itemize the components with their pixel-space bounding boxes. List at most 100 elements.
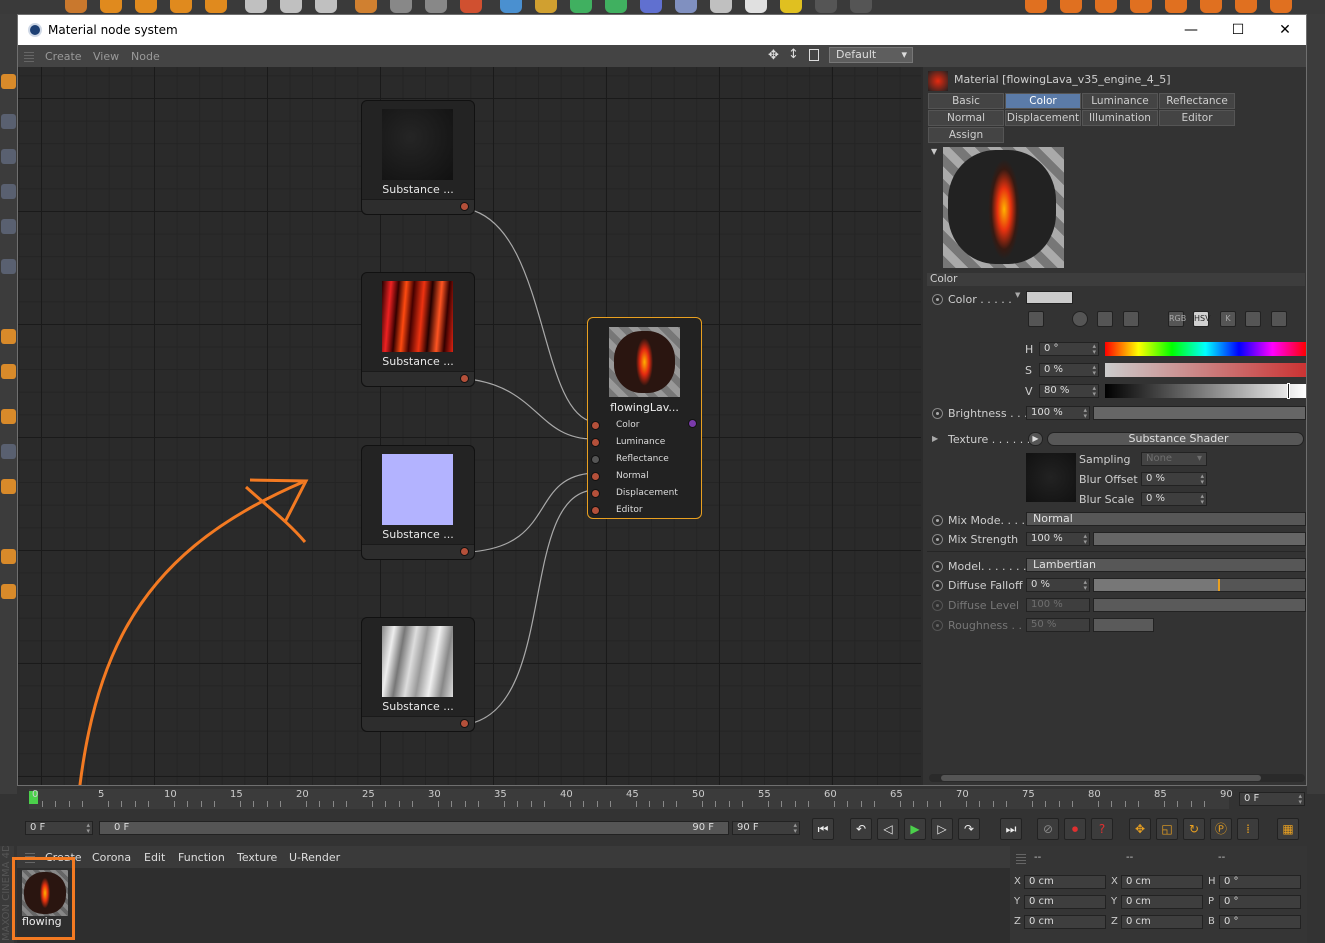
render-settings-icon[interactable]	[460, 0, 482, 13]
z-axis-icon[interactable]	[315, 0, 337, 13]
tab-basic[interactable]: Basic	[928, 93, 1004, 109]
brightness-field[interactable]: 100 % ▴ ▾	[1026, 406, 1090, 420]
color-wheel-icon[interactable]	[1072, 311, 1088, 327]
spinner-icon[interactable]: ▴ ▾	[1298, 793, 1302, 806]
polygon-tool-icon[interactable]	[1, 74, 16, 89]
color-picker-icon[interactable]	[1028, 311, 1044, 327]
key-rotation-icon[interactable]: ↻	[1183, 818, 1205, 840]
model-dropdown[interactable]: Lambertian	[1026, 558, 1306, 572]
blur-offset-field[interactable]: 0 % ▴ ▾	[1141, 472, 1207, 486]
output-port[interactable]	[460, 374, 469, 383]
tab-editor[interactable]: Editor	[1159, 110, 1235, 126]
workplane-icon[interactable]	[1060, 0, 1082, 13]
render-view-icon[interactable]	[390, 0, 412, 13]
spinner-icon[interactable]: ▴ ▾	[86, 822, 90, 835]
scrollbar-thumb[interactable]	[941, 775, 1261, 781]
tab-displacement[interactable]: Displacement	[1005, 110, 1081, 126]
record-disabled-icon[interactable]: ⊘	[1037, 818, 1059, 840]
move-tool-icon[interactable]	[65, 0, 87, 13]
layout-dropdown[interactable]: Default ▾	[829, 47, 913, 63]
go-to-start-button[interactable]: ⏮	[812, 818, 834, 840]
size-y-field[interactable]: 0 cm	[1121, 895, 1203, 909]
color-swatch[interactable]	[1026, 291, 1073, 304]
diffuse-falloff-slider[interactable]	[1093, 578, 1306, 592]
spinner-icon[interactable]: ▴ ▾	[1083, 533, 1087, 546]
sculpt-icon[interactable]	[1, 479, 16, 494]
warning-icon[interactable]	[780, 0, 802, 13]
mm-menu-texture[interactable]: Texture	[237, 851, 277, 864]
spinner-icon[interactable]: ▴ ▾	[1092, 385, 1096, 398]
magnet-icon[interactable]	[1, 364, 16, 379]
grid-icon[interactable]	[1, 149, 16, 164]
spinner-icon[interactable]: ▴ ▾	[1092, 364, 1096, 377]
position-x-field[interactable]: 0 cm	[1024, 875, 1106, 889]
input-port[interactable]	[591, 438, 600, 447]
input-port[interactable]	[591, 455, 600, 464]
next-frame-button[interactable]: ▷	[931, 818, 953, 840]
y-axis-icon[interactable]	[280, 0, 302, 13]
collapse-triangle-icon[interactable]: ▼	[931, 147, 937, 156]
timeline-icon[interactable]: ▦	[1277, 818, 1299, 840]
range-slider[interactable]: 0 F 90 F	[99, 821, 729, 835]
cube-outline-icon[interactable]	[1, 219, 16, 234]
hue-field[interactable]: 0 ° ▴ ▾	[1039, 342, 1099, 356]
spinner-icon[interactable]: ▴ ▾	[1092, 343, 1096, 356]
timeline[interactable]: 0 5 10 15 20 25 30 35 40 45 50 55 60 65 70 75 80 85 90 0 F…	[17, 786, 1307, 816]
input-port[interactable]	[591, 489, 600, 498]
input-reflectance[interactable]: Reflectance	[588, 451, 701, 468]
input-displacement[interactable]: Displacement	[588, 485, 701, 502]
horizontal-scrollbar[interactable]	[929, 774, 1305, 782]
size-z-field[interactable]: 0 cm	[1121, 915, 1203, 929]
help-key-icon[interactable]: ?	[1091, 818, 1113, 840]
rgb-button[interactable]: RGB	[1168, 311, 1186, 327]
value-slider[interactable]	[1105, 383, 1306, 399]
swatches-icon[interactable]	[1271, 311, 1287, 327]
scale-icon[interactable]	[135, 0, 157, 13]
model-radio[interactable]	[932, 561, 943, 572]
deformer-icon[interactable]	[640, 0, 662, 13]
mix-strength-slider[interactable]	[1093, 532, 1306, 546]
tab-assign[interactable]: Assign	[928, 127, 1004, 143]
output-port[interactable]	[460, 547, 469, 556]
arrow-left-icon[interactable]	[815, 0, 837, 13]
input-color[interactable]: Color	[588, 417, 701, 434]
next-key-button[interactable]: ↷	[958, 818, 980, 840]
brush-icon[interactable]	[1, 584, 16, 599]
subdivision-icon[interactable]	[570, 0, 592, 13]
key-position-icon[interactable]: ✥	[1129, 818, 1151, 840]
spectrum-icon[interactable]	[1097, 311, 1113, 327]
input-luminance[interactable]: Luminance	[588, 434, 701, 451]
output-port[interactable]	[460, 719, 469, 728]
hsv-button[interactable]: HSV	[1193, 311, 1211, 327]
render-picture-icon[interactable]	[425, 0, 447, 13]
menu-grip-icon[interactable]	[24, 50, 34, 62]
rotate-icon[interactable]	[170, 0, 192, 13]
end-frame-field[interactable]: 90 F ▴ ▾	[732, 821, 800, 835]
current-frame-field[interactable]: 0 F ▴ ▾	[1239, 792, 1305, 806]
paint-icon[interactable]	[1, 549, 16, 564]
mm-menu-u-render[interactable]: U-Render	[289, 851, 340, 864]
substance-node-2[interactable]: Substance ...	[361, 272, 475, 387]
uv-icon[interactable]	[1235, 0, 1257, 13]
move-icon[interactable]	[100, 0, 122, 13]
knife-icon[interactable]	[1, 409, 16, 424]
blur-scale-field[interactable]: 0 % ▴ ▾	[1141, 492, 1207, 506]
x-axis-icon[interactable]	[245, 0, 267, 13]
previous-frame-button[interactable]: ◁	[877, 818, 899, 840]
texture-menu-button[interactable]: ▶	[1028, 432, 1043, 446]
mm-menu-corona[interactable]: Corona	[92, 851, 131, 864]
tab-normal[interactable]: Normal	[928, 110, 1004, 126]
spinner-icon[interactable]: ▴ ▾	[1083, 579, 1087, 592]
checker-icon[interactable]	[1, 114, 16, 129]
sampling-dropdown[interactable]: None ▾	[1141, 452, 1207, 466]
spinner-icon[interactable]: ▴ ▾	[1200, 473, 1204, 486]
cube-select-icon[interactable]	[1, 184, 16, 199]
input-port[interactable]	[591, 506, 600, 515]
output-port[interactable]	[460, 202, 469, 211]
zoom-icon[interactable]: ↕	[788, 47, 799, 62]
input-port[interactable]	[591, 421, 600, 430]
kelvin-button[interactable]: K	[1220, 311, 1236, 327]
light-icon[interactable]	[745, 0, 767, 13]
diffuse-falloff-radio[interactable]	[932, 580, 943, 591]
rotation-h-field[interactable]: 0 °	[1219, 875, 1301, 889]
